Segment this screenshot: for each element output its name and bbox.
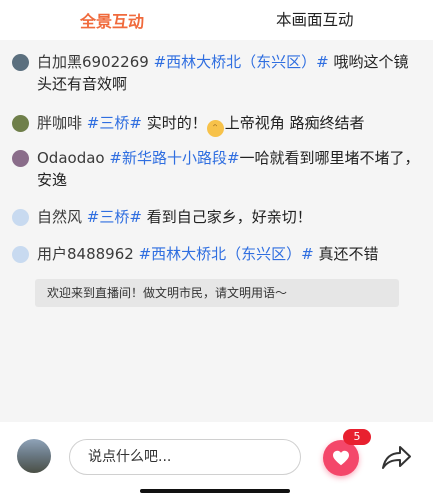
- bottom-bar: 说点什么吧... 5: [0, 422, 433, 494]
- comment-username[interactable]: 用户8488962: [37, 245, 134, 263]
- tab-bar: 全景互动 本画面互动: [0, 0, 433, 40]
- comment-feed[interactable]: 白加黑6902269 #西林大桥北（东兴区）# 哦哟这个镜头还有音效啊 胖咖啡 …: [0, 40, 433, 422]
- comment-username[interactable]: 胖咖啡: [37, 114, 82, 132]
- comment-location-tag[interactable]: #三桥#: [87, 114, 142, 132]
- comment-location-tag[interactable]: #西林大桥北（东兴区）#: [139, 245, 314, 263]
- comment-text: 上帝视角 路痴终结者: [224, 114, 365, 132]
- like-count-badge: 5: [343, 429, 371, 445]
- home-indicator: [140, 489, 290, 493]
- comment-location-tag[interactable]: #新华路十小路段#: [109, 149, 239, 167]
- comment-username[interactable]: 自然风: [37, 208, 82, 226]
- comment-item: 自然风 #三桥# 看到自己家乡，好亲切！: [12, 206, 422, 228]
- user-avatar[interactable]: [12, 54, 29, 71]
- user-avatar[interactable]: [12, 150, 29, 167]
- comment-location-tag[interactable]: #西林大桥北（东兴区）#: [154, 53, 329, 71]
- comment-text: 看到自己家乡，好亲切！: [141, 208, 312, 226]
- comment-username[interactable]: Odaodao: [37, 149, 105, 167]
- comment-text: 实时的！: [141, 114, 207, 132]
- comment-username[interactable]: 白加黑6902269: [37, 53, 149, 71]
- comment-input[interactable]: 说点什么吧...: [69, 439, 301, 475]
- comment-item: Odaodao #新华路十小路段#一哈就看到哪里堵不堵了，安逸: [12, 147, 422, 191]
- like-button[interactable]: [323, 440, 359, 476]
- user-avatar[interactable]: [12, 115, 29, 132]
- tab-panorama-interaction[interactable]: 全景互动: [80, 8, 144, 32]
- user-avatar-icon[interactable]: [12, 246, 29, 263]
- comment-item: 用户8488962 #西林大桥北（东兴区）# 真还不错: [12, 243, 422, 265]
- user-avatar-icon[interactable]: [12, 209, 29, 226]
- system-notice: 欢迎来到直播间！做文明市民，请文明用语～: [35, 279, 399, 307]
- my-avatar[interactable]: [17, 439, 51, 473]
- crazy-face-emoji-icon: ᵔ: [206, 120, 224, 137]
- comment-item: 白加黑6902269 #西林大桥北（东兴区）# 哦哟这个镜头还有音效啊: [12, 51, 422, 95]
- tab-this-screen-interaction[interactable]: 本画面互动: [276, 8, 354, 30]
- comment-location-tag[interactable]: #三桥#: [87, 208, 142, 226]
- comment-text: 真还不错: [313, 245, 379, 263]
- share-icon[interactable]: [379, 441, 413, 473]
- comment-item: 胖咖啡 #三桥# 实时的！ ᵔ 上帝视角 路痴终结者: [12, 112, 422, 137]
- heart-icon: [333, 450, 349, 466]
